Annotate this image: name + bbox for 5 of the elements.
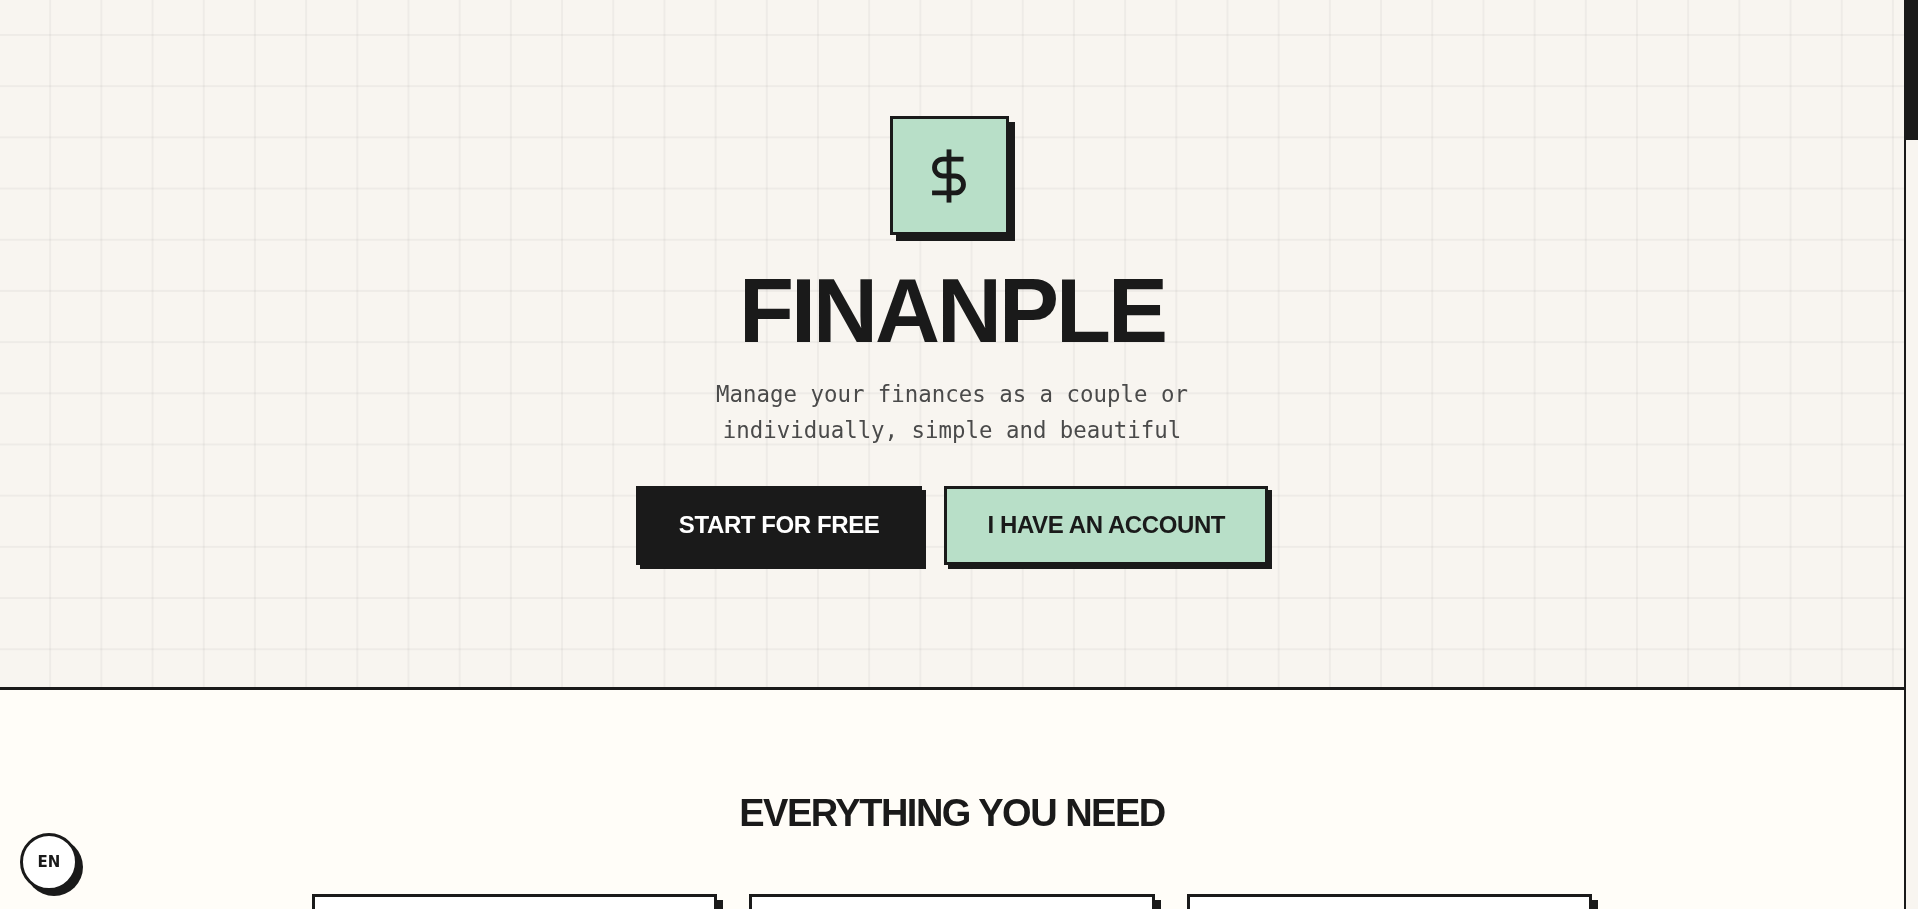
scrollbar[interactable]	[1904, 0, 1918, 909]
app-title: FINANPLE	[739, 266, 1165, 356]
tagline: Manage your finances as a couple or individually, simple and beautiful	[715, 380, 1189, 445]
scrollbar-thumb[interactable]	[1904, 0, 1918, 140]
section-heading: EVERYTHING YOU NEED	[739, 790, 1165, 836]
